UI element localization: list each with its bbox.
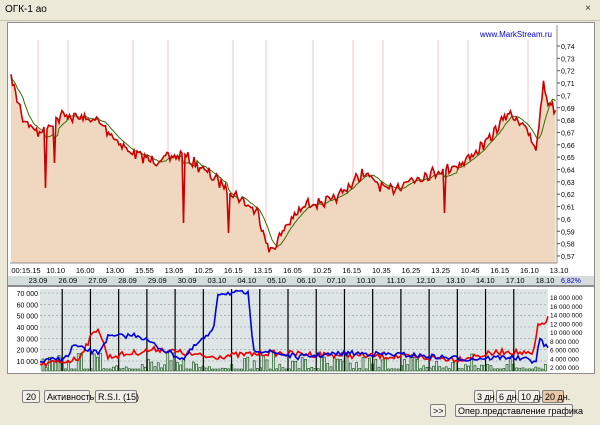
left-tick-label: 20 000 — [17, 348, 39, 355]
change-percent-label: 6,82% — [561, 278, 581, 285]
time-tick-label: 16.10 — [520, 266, 539, 275]
price-tick-label: 0,74 — [561, 44, 575, 51]
time-tick-label: 10.25 — [313, 266, 332, 275]
right-tick-label: 18 000 000 — [550, 295, 583, 302]
window-titlebar: ОГК-1 ао × — [0, 0, 600, 21]
price-axis: 0,74 0,73 0,72 0,71 0,7 0,69 0,68 0,67 0,66 0,65 0… — [557, 44, 575, 261]
price-tick-label: 0,72 — [561, 69, 575, 76]
date-tick-label: 12.10 — [416, 276, 435, 285]
date-tick-label: 26.09 — [58, 276, 77, 285]
left-tick-label: 50 000 — [17, 314, 39, 321]
time-tick-label: 13.00 — [105, 266, 124, 275]
date-tick-label: 27.09 — [88, 276, 107, 285]
right-tick-label: 8 000 000 — [550, 339, 579, 346]
price-tick-label: 0,57 — [561, 254, 575, 261]
time-tick-label: 16.15 — [342, 266, 361, 275]
price-tick-label: 0,7 — [561, 93, 571, 100]
right-tick-label: 12 000 000 — [550, 321, 583, 328]
watermark-label: www.MarkStream.ru — [479, 30, 552, 39]
time-tick-label: 13.10 — [550, 266, 569, 275]
time-tick-label: 15.55 — [135, 266, 154, 275]
price-tick-label: 0,6 — [561, 217, 571, 224]
price-tick-label: 0,68 — [561, 118, 575, 125]
time-tick-label: 00:15.15 — [11, 266, 40, 275]
date-tick-label: 06.10 — [297, 276, 316, 285]
range-20-days-button[interactable]: 20 дн. — [542, 390, 570, 403]
time-tick-label: 13.25 — [431, 266, 450, 275]
time-tick-label: 16.05 — [283, 266, 302, 275]
time-tick-label: 16.15 — [224, 266, 243, 275]
period-field[interactable]: 20 — [22, 390, 40, 403]
time-tick-label: 13.15 — [253, 266, 272, 275]
date-tick-label: 03.10 — [208, 276, 227, 285]
time-tick-label: 16.25 — [402, 266, 421, 275]
price-chart[interactable]: 0,74 0,73 0,72 0,71 0,7 0,69 0,68 0,67 0,66 0,65 0… — [7, 22, 595, 286]
date-tick-label: 04.10 — [237, 276, 256, 285]
right-tick-label: 14 000 000 — [550, 313, 583, 320]
date-tick-label: 11.10 — [387, 276, 405, 285]
price-tick-label: 0,71 — [561, 81, 575, 88]
left-tick-label: 30 000 — [17, 336, 39, 343]
time-tick-label: 10.10 — [46, 266, 65, 275]
price-chart-svg: 0,74 0,73 0,72 0,71 0,7 0,69 0,68 0,67 0,66 0,65 0… — [8, 25, 594, 285]
scroll-forward-button[interactable]: >> — [430, 404, 446, 417]
date-tick-label: 28.09 — [118, 276, 137, 285]
window-title: ОГК-1 ао — [5, 4, 47, 15]
indicator-left-axis: 70 000 60 000 50 000 40 000 30 000 20 000 10 0… — [17, 291, 39, 366]
price-tick-label: 0,62 — [561, 192, 575, 199]
right-tick-label: 2 000 000 — [550, 365, 579, 372]
right-tick-label: 4 000 000 — [550, 356, 579, 363]
price-tick-label: 0,73 — [561, 56, 575, 63]
date-tick-label: 17.10 — [506, 276, 525, 285]
price-tick-label: 0,59 — [561, 229, 575, 236]
date-tick-label: 23.09 — [29, 276, 48, 285]
left-tick-label: 60 000 — [17, 302, 39, 309]
date-tick-label: 10.10 — [357, 276, 376, 285]
price-tick-label: 0,65 — [561, 155, 575, 162]
range-6-days-button[interactable]: 6 дн. — [496, 390, 519, 403]
right-tick-label: 6 000 000 — [550, 348, 579, 355]
time-tick-label: 10.25 — [194, 266, 213, 275]
date-tick-label: 29.09 — [148, 276, 167, 285]
date-tick-label: 18.10 — [536, 276, 555, 285]
right-tick-label: 16 000 000 — [550, 304, 583, 311]
close-icon[interactable]: × — [582, 3, 594, 15]
date-tick-label: 14.10 — [476, 276, 495, 285]
date-tick-label: 30.09 — [178, 276, 197, 285]
time-tick-label: 13.05 — [165, 266, 184, 275]
price-tick-label: 0,67 — [561, 130, 575, 137]
price-tick-label: 0,66 — [561, 143, 575, 150]
left-tick-label: 10 000 — [17, 359, 39, 366]
time-tick-label: 16.00 — [76, 266, 95, 275]
rsi-button[interactable]: R.S.I. (15) — [95, 390, 139, 403]
date-tick-label: 07.10 — [327, 276, 346, 285]
indicator-chart-svg: 70 000 60 000 50 000 40 000 30 000 20 000 10 0… — [17, 289, 583, 372]
range-10-days-button[interactable]: 10 дн. — [518, 390, 546, 403]
date-tick-label: 05.10 — [267, 276, 286, 285]
price-tick-label: 0,58 — [561, 242, 575, 249]
price-tick-label: 0,64 — [561, 168, 575, 175]
chart-options-button[interactable]: Опер.представление графика — [455, 404, 583, 417]
indicator-chart[interactable]: 70 000 60 000 50 000 40 000 30 000 20 000 10 0… — [7, 286, 595, 374]
price-tick-label: 0,63 — [561, 180, 575, 187]
right-tick-label: 10 000 000 — [550, 330, 583, 337]
time-tick-label: 10.35 — [372, 266, 391, 275]
time-axis: 00:15.15 10.10 16.00 13.00 15.55 13.05 10.25 16… — [11, 266, 568, 275]
date-tick-label: 13.10 — [446, 276, 465, 285]
price-tick-label: 0,69 — [561, 106, 575, 113]
range-3-days-button[interactable]: 3 дн. — [474, 390, 497, 403]
time-tick-label: 16.15 — [490, 266, 509, 275]
left-tick-label: 40 000 — [17, 325, 39, 332]
indicator-right-axis: 18 000 000 16 000 000 14 000 00012 000 000… — [550, 295, 583, 372]
left-tick-label: 70 000 — [17, 291, 39, 298]
price-tick-label: 0,61 — [561, 205, 575, 212]
time-tick-label: 10.45 — [461, 266, 480, 275]
activity-button[interactable]: Активность — [44, 390, 94, 403]
